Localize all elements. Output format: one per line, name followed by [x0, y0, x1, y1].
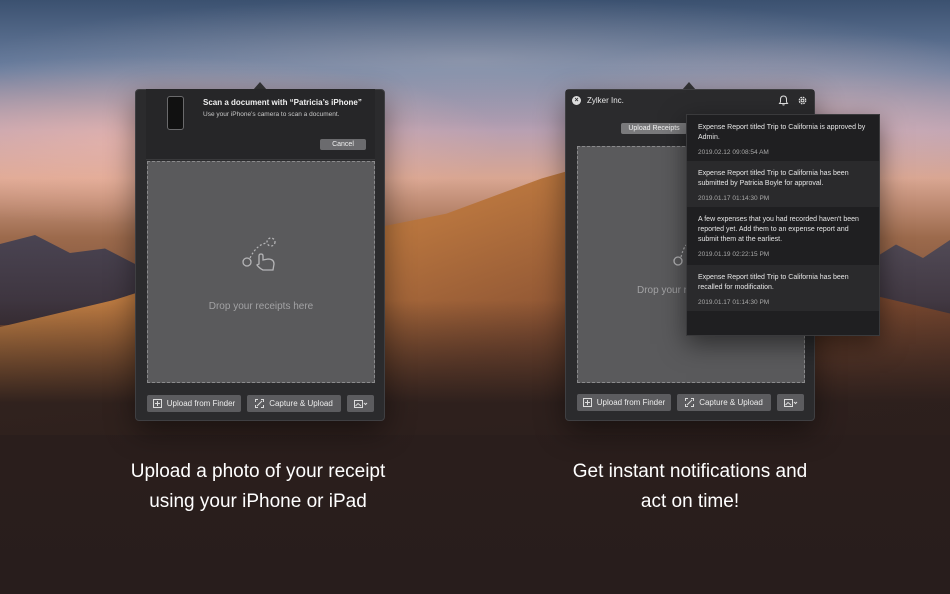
caption-right-line2: act on time! — [640, 491, 740, 512]
drag-gesture-icon — [242, 237, 276, 271]
notification-time: 2019.01.17 01:14:30 PM — [698, 299, 770, 306]
capture-upload-label: Capture & Upload — [269, 399, 333, 408]
scan-sheet-subtitle: Use your iPhone’s camera to scan a docum… — [203, 111, 340, 118]
cancel-button[interactable]: Cancel — [320, 139, 366, 150]
caption-left-line2: using your iPhone or iPad — [149, 491, 367, 512]
iphone-icon — [167, 96, 184, 130]
upload-from-finder-button-right[interactable]: Upload from Finder — [577, 394, 671, 411]
upload-file-icon — [582, 398, 592, 407]
caption-left: Upload a photo of your receipt using you… — [108, 457, 408, 517]
capture-frame-icon — [685, 398, 695, 407]
notification-item[interactable]: Expense Report titled Trip to California… — [687, 161, 879, 207]
scan-document-sheet: Scan a document with “Patricia’s iPhone”… — [146, 89, 375, 160]
drag-gesture-icon-partial — [673, 244, 686, 266]
notification-item[interactable]: A few expenses that you had recorded hav… — [687, 207, 879, 265]
tab-upload-receipts[interactable]: Upload Receipts — [621, 123, 687, 134]
notifications-panel: Expense Report titled Trip to California… — [686, 114, 880, 336]
image-options-button-right[interactable] — [777, 394, 804, 411]
scan-sheet-title: Scan a document with “Patricia’s iPhone” — [203, 98, 362, 107]
caption-right-line1: Get instant notifications and — [572, 461, 808, 482]
receipt-dropzone[interactable]: Drop your receipts here — [147, 161, 375, 383]
window-titlebar: × Zylker Inc. — [566, 90, 814, 112]
capture-upload-label: Capture & Upload — [699, 398, 763, 407]
image-options-button[interactable] — [347, 395, 374, 412]
capture-frame-icon — [255, 399, 265, 408]
notification-text: Expense Report titled Trip to California… — [698, 124, 866, 141]
upload-file-icon — [152, 399, 162, 408]
notification-text: Expense Report titled Trip to California… — [698, 274, 849, 291]
upload-from-finder-label: Upload from Finder — [596, 398, 666, 407]
gear-icon[interactable] — [797, 95, 808, 106]
caption-left-line1: Upload a photo of your receipt — [130, 461, 386, 482]
organization-title: Zylker Inc. — [587, 96, 624, 105]
notification-time: 2019.02.12 09:08:54 AM — [698, 149, 769, 156]
image-menu-icon — [353, 399, 367, 408]
bell-icon[interactable] — [778, 95, 789, 106]
close-icon[interactable]: × — [572, 96, 581, 105]
upload-from-finder-label: Upload from Finder — [166, 399, 236, 408]
notification-item[interactable]: Expense Report titled Trip to California… — [687, 115, 879, 161]
notification-item[interactable]: Expense Report titled Trip to California… — [687, 265, 879, 311]
notification-time: 2019.01.19 02:22:15 PM — [698, 251, 770, 258]
notification-time: 2019.01.17 01:14:30 PM — [698, 195, 770, 202]
upload-from-finder-button[interactable]: Upload from Finder — [147, 395, 241, 412]
image-menu-icon — [783, 398, 797, 407]
drop-receipts-label: Drop your receipts here — [208, 301, 314, 312]
capture-upload-button[interactable]: Capture & Upload — [247, 395, 341, 412]
notification-text: A few expenses that you had recorded hav… — [698, 216, 859, 243]
capture-upload-button-right[interactable]: Capture & Upload — [677, 394, 771, 411]
notification-text: Expense Report titled Trip to California… — [698, 170, 849, 187]
caption-right: Get instant notifications and act on tim… — [540, 457, 840, 517]
